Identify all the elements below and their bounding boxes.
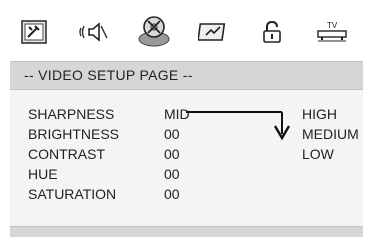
setting-value: 00 bbox=[164, 186, 180, 202]
tv-display-icon[interactable]: TV bbox=[310, 10, 354, 54]
general-setup-icon[interactable] bbox=[12, 10, 56, 54]
option-high[interactable]: HIGH bbox=[302, 106, 337, 122]
preference-icon[interactable] bbox=[191, 10, 235, 54]
footer-bar bbox=[10, 226, 363, 237]
svg-text:TV: TV bbox=[327, 21, 338, 30]
page-title-bar: -- VIDEO SETUP PAGE -- bbox=[10, 61, 363, 90]
setting-value: MID bbox=[164, 106, 190, 122]
setting-label: SATURATION bbox=[28, 186, 117, 202]
settings-panel: SHARPNESS MID BRIGHTNESS 00 CONTRAST 00 … bbox=[10, 90, 363, 227]
setup-icon-bar: TV bbox=[10, 10, 363, 57]
page-title: -- VIDEO SETUP PAGE -- bbox=[24, 67, 193, 83]
setting-value: 00 bbox=[164, 166, 180, 182]
setting-label: BRIGHTNESS bbox=[28, 126, 120, 142]
setting-label: CONTRAST bbox=[28, 146, 105, 162]
dvd-setup-screen: TV -- VIDEO SETUP PAGE -- SHARPNESS MID … bbox=[10, 10, 363, 237]
setting-value: 00 bbox=[164, 126, 180, 142]
password-lock-icon[interactable] bbox=[250, 10, 294, 54]
option-medium[interactable]: MEDIUM bbox=[302, 126, 359, 142]
video-setup-icon[interactable] bbox=[132, 10, 176, 54]
option-low[interactable]: LOW bbox=[302, 146, 334, 162]
setting-label: SHARPNESS bbox=[28, 106, 115, 122]
setting-value: 00 bbox=[164, 146, 180, 162]
setting-label: HUE bbox=[28, 166, 58, 182]
audio-setup-icon[interactable] bbox=[72, 10, 116, 54]
